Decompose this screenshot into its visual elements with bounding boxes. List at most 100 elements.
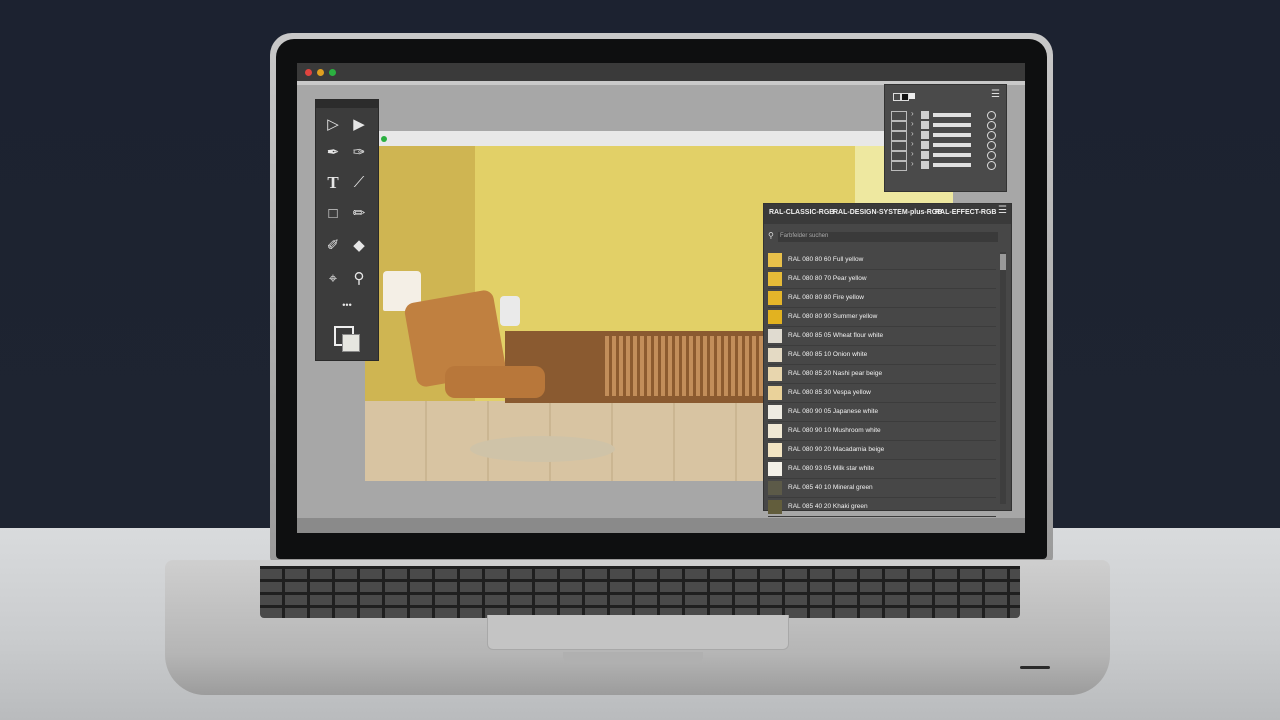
layer-row[interactable]: › <box>891 139 999 151</box>
direct-selection-tool-icon[interactable]: ▶ <box>348 114 370 136</box>
layers-menu-icon[interactable]: ☰ <box>991 89 1000 100</box>
swatch-item[interactable]: RAL 080 90 10 Mushroom white <box>768 422 996 441</box>
swatch-name: RAL 080 80 70 Pear yellow <box>788 275 867 282</box>
shaper-tool-icon[interactable]: ✐ <box>322 235 344 257</box>
swatch-name: RAL 085 40 10 Mineral green <box>788 484 873 491</box>
close-button[interactable] <box>305 69 312 76</box>
swatch-color-chip <box>768 443 782 457</box>
add-anchor-tool-icon[interactable]: ✑ <box>348 142 370 164</box>
swatches-panel: RAL-CLASSIC-RGB RAL-DESIGN-SYSTEM-plus-R… <box>763 203 1012 517</box>
layer-row[interactable]: › <box>891 159 999 171</box>
swatch-color-chip <box>768 405 782 419</box>
swatch-color-chip <box>768 253 782 267</box>
photo-chair-seat <box>445 366 545 398</box>
brush-tool-icon[interactable]: ✏ <box>348 203 370 225</box>
rectangle-tool-icon[interactable]: □ <box>322 203 344 225</box>
doc-zoom-button[interactable] <box>381 136 387 142</box>
swatch-item[interactable]: RAL 080 90 05 Japanese white <box>768 403 996 422</box>
layer-row[interactable]: › <box>891 149 999 161</box>
swatch-item[interactable]: RAL 080 90 20 Macadamia beige <box>768 441 996 460</box>
scrollbar-thumb[interactable] <box>1000 254 1006 270</box>
swatch-color-chip <box>768 500 782 514</box>
search-icon: ⚲ <box>768 231 774 240</box>
visibility-icon[interactable] <box>987 121 996 130</box>
swatch-name: RAL 080 80 80 Fire yellow <box>788 294 864 301</box>
window-titlebar <box>297 63 1025 81</box>
swatch-color-chip <box>768 272 782 286</box>
visibility-icon[interactable] <box>987 131 996 140</box>
zoom-button[interactable] <box>329 69 336 76</box>
line-tool-icon[interactable]: ⟋ <box>348 172 370 194</box>
app-screen: ▷ ▶ ✒ ✑ T ⟋ □ ✏ ✐ ◆ ⌖ ⚲ ••• ☰ › › › › › … <box>297 63 1025 533</box>
tools-panel-grip[interactable] <box>316 100 378 108</box>
swatch-item[interactable]: RAL 085 40 20 Khaki green <box>768 498 996 517</box>
layer-row[interactable]: › <box>891 109 999 121</box>
pen-tool-icon[interactable]: ✒ <box>322 142 344 164</box>
swatch-name: RAL 080 90 10 Mushroom white <box>788 427 881 434</box>
status-strip <box>297 518 1025 533</box>
swatch-color-chip <box>768 386 782 400</box>
swatch-item[interactable]: RAL 080 80 80 Fire yellow <box>768 289 996 308</box>
layer-row[interactable]: › <box>891 119 999 131</box>
swatch-color-chip <box>768 348 782 362</box>
swatch-item[interactable]: RAL 080 85 05 Wheat flour white <box>768 327 996 346</box>
photo-sideboard-slats <box>605 336 765 396</box>
swatch-scrollbar[interactable] <box>1000 252 1006 504</box>
swatch-color-chip <box>768 462 782 476</box>
swatches-menu-icon[interactable]: ☰ <box>998 205 1007 216</box>
swatch-library-tabs: RAL-CLASSIC-RGB RAL-DESIGN-SYSTEM-plus-R… <box>764 204 1011 224</box>
stroke-color-swatch[interactable] <box>342 334 360 352</box>
eraser-tool-icon[interactable]: ◆ <box>348 235 370 257</box>
swatch-item[interactable]: RAL 080 85 10 Onion white <box>768 346 996 365</box>
tab-ral-classic[interactable]: RAL-CLASSIC-RGB <box>769 209 834 216</box>
swatch-name: RAL 080 85 20 Nashi pear beige <box>788 370 883 377</box>
swatch-color-chip <box>768 424 782 438</box>
panel-color-icons-black <box>901 93 909 101</box>
layer-row[interactable]: › <box>891 129 999 141</box>
swatch-name: RAL 080 90 05 Japanese white <box>788 408 879 415</box>
laptop-base <box>165 560 1110 695</box>
status-led <box>1020 666 1050 669</box>
panel-color-icons <box>893 93 901 101</box>
selection-tool-icon[interactable]: ▷ <box>322 114 344 136</box>
swatch-color-chip <box>768 481 782 495</box>
photo-plant <box>500 296 520 326</box>
swatch-name: RAL 080 80 60 Full yellow <box>788 256 864 263</box>
visibility-icon[interactable] <box>987 151 996 160</box>
swatch-item[interactable]: RAL 080 80 90 Summer yellow <box>768 308 996 327</box>
crop-tool-icon[interactable]: ⌖ <box>322 268 344 290</box>
swatch-name: RAL 080 85 05 Wheat flour white <box>788 332 884 339</box>
keyboard <box>260 566 1020 618</box>
layers-panel: ☰ › › › › › › <box>884 84 1007 192</box>
minimize-button[interactable] <box>317 69 324 76</box>
swatch-color-chip <box>768 367 782 381</box>
tools-panel: ▷ ▶ ✒ ✑ T ⟋ □ ✏ ✐ ◆ ⌖ ⚲ ••• <box>315 99 379 361</box>
panel-color-icons-white <box>909 93 915 99</box>
type-tool-icon[interactable]: T <box>322 172 344 194</box>
photo-rug <box>470 436 615 462</box>
visibility-icon[interactable] <box>987 111 996 120</box>
swatch-name: RAL 085 40 20 Khaki green <box>788 503 868 510</box>
swatch-item[interactable]: RAL 080 80 70 Pear yellow <box>768 270 996 289</box>
swatch-item[interactable]: RAL 080 93 05 Milk star white <box>768 460 996 479</box>
swatch-name: RAL 080 93 05 Milk star white <box>788 465 875 472</box>
swatch-name: RAL 080 85 30 Vespa yellow <box>788 389 871 396</box>
more-tools-icon[interactable]: ••• <box>335 294 359 316</box>
swatch-item[interactable]: RAL 080 85 20 Nashi pear beige <box>768 365 996 384</box>
lid-notch <box>563 652 703 664</box>
swatch-color-chip <box>768 310 782 324</box>
swatch-name: RAL 080 85 10 Onion white <box>788 351 868 358</box>
visibility-icon[interactable] <box>987 141 996 150</box>
swatch-color-chip <box>768 329 782 343</box>
tab-ral-design-system[interactable]: RAL-DESIGN-SYSTEM-plus-RGB <box>833 209 942 216</box>
swatch-item[interactable]: RAL 080 80 60 Full yellow <box>768 251 996 270</box>
touchpad <box>487 615 789 650</box>
tab-ral-effect[interactable]: RAL-EFFECT-RGB <box>935 209 996 216</box>
swatch-item[interactable]: RAL 080 85 30 Vespa yellow <box>768 384 996 403</box>
swatch-list: RAL 080 80 60 Full yellow RAL 080 80 70 P… <box>768 251 996 517</box>
visibility-icon[interactable] <box>987 161 996 170</box>
swatch-name: RAL 080 80 90 Summer yellow <box>788 313 878 320</box>
zoom-tool-icon[interactable]: ⚲ <box>348 268 370 290</box>
search-input[interactable]: Farbfelder suchen <box>778 232 998 242</box>
swatch-item[interactable]: RAL 085 40 10 Mineral green <box>768 479 996 498</box>
